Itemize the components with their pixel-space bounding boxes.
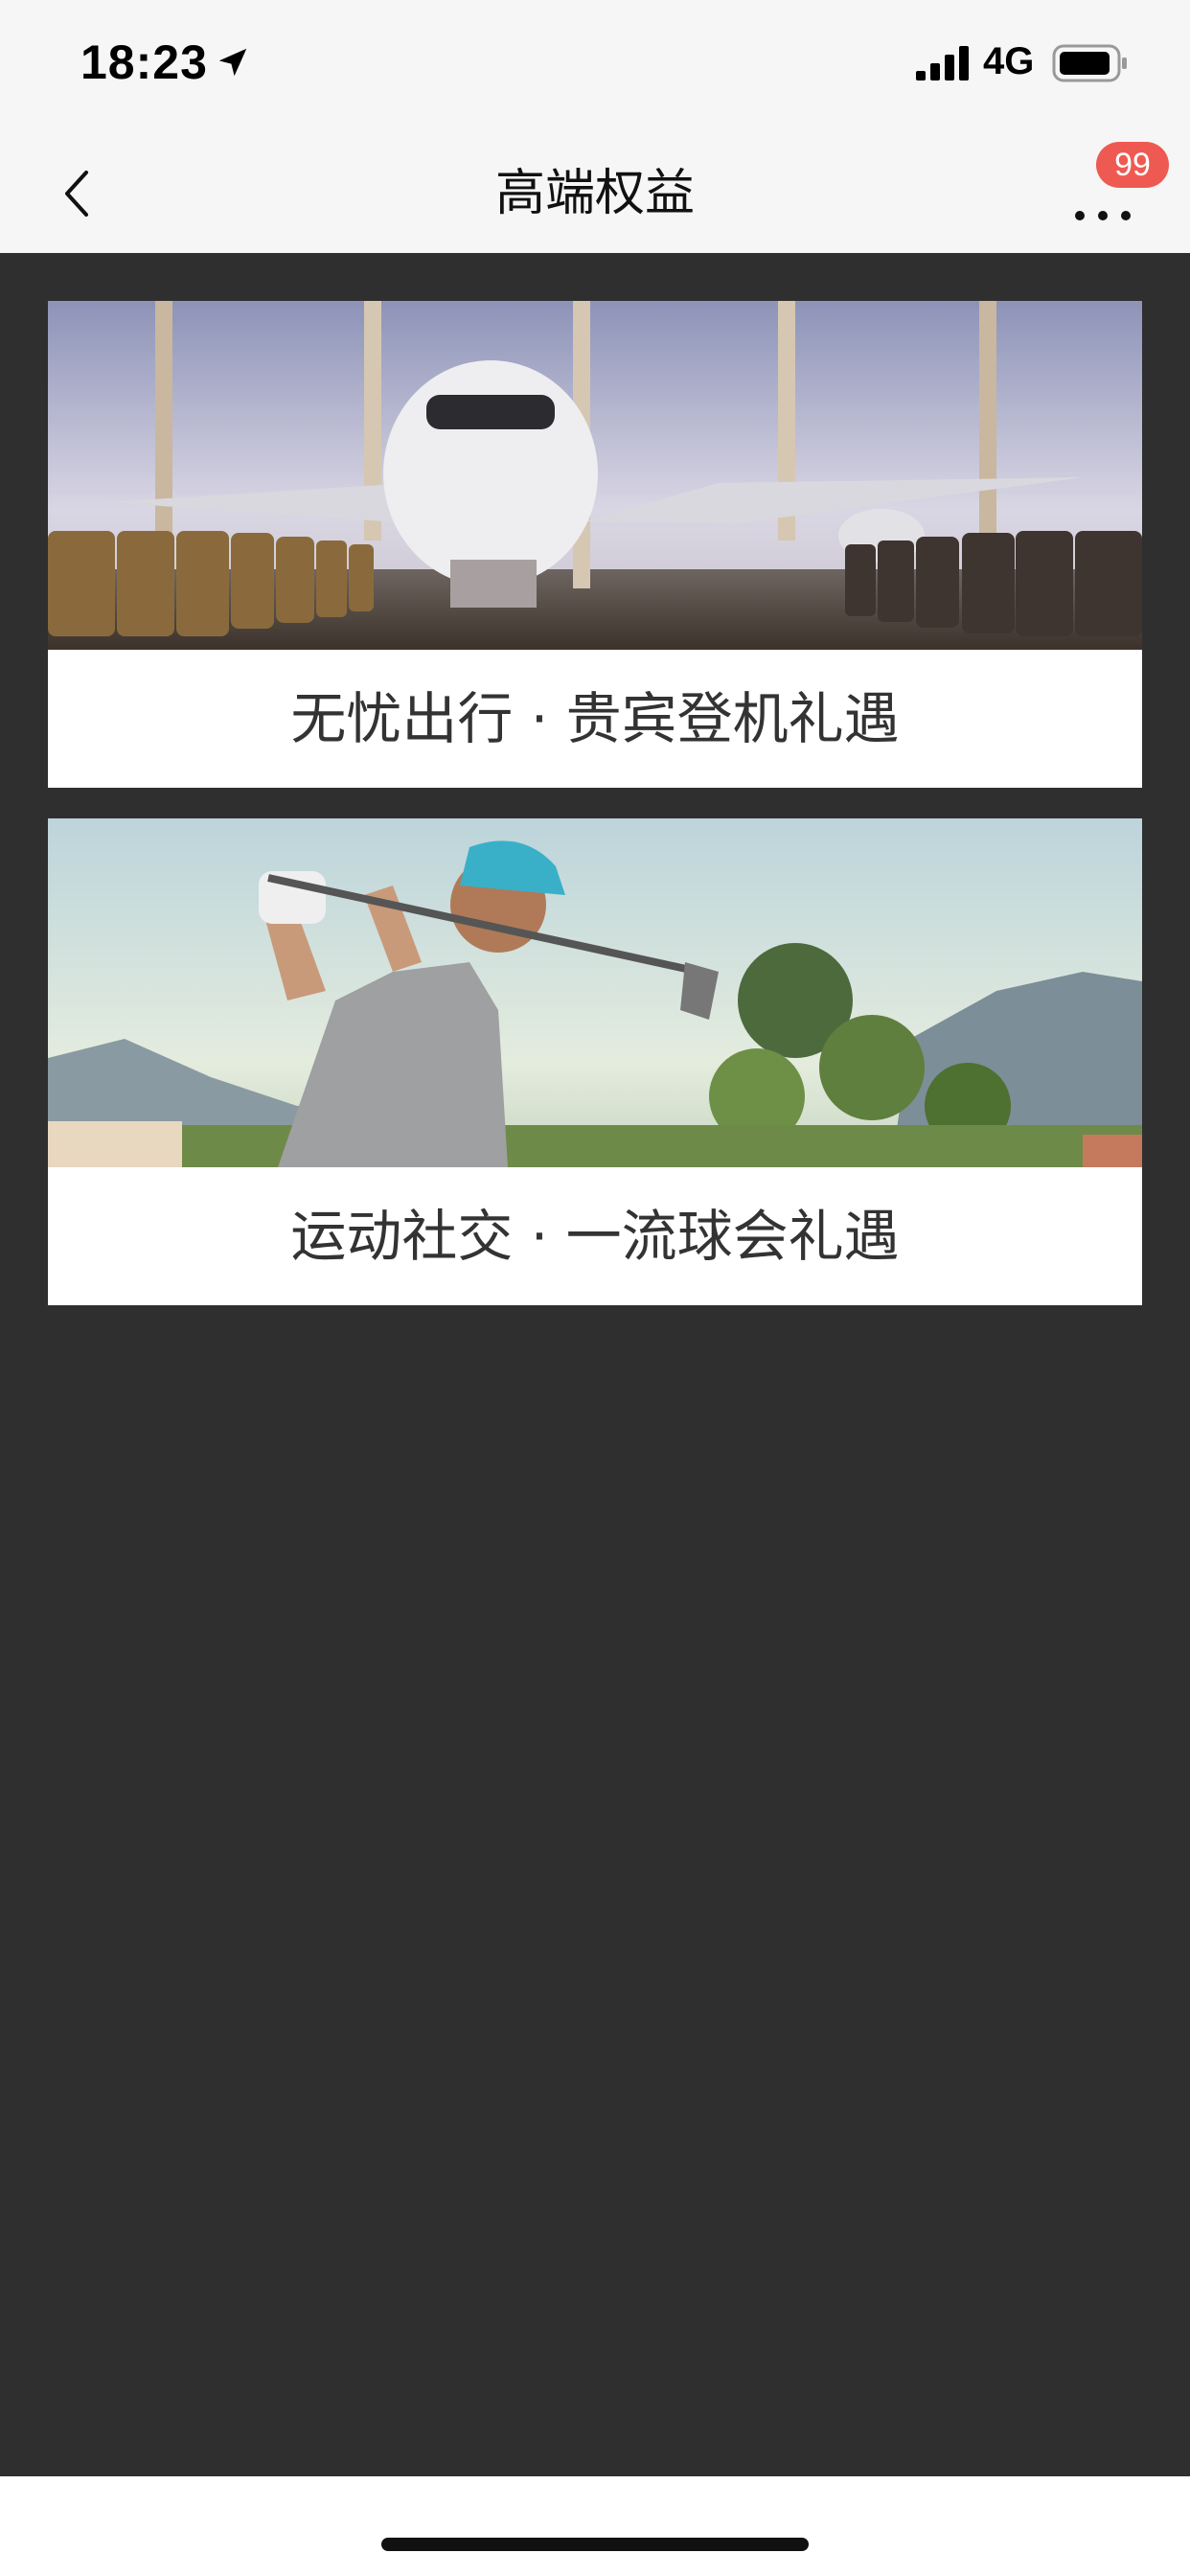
benefit-card-golf[interactable]: 运动社交 · 一流球会礼遇 (48, 818, 1142, 1305)
benefits-list: 无忧出行 · 贵宾登机礼遇 运动社交 · 一流球会礼遇 (0, 253, 1190, 2476)
benefit-card-travel[interactable]: 无忧出行 · 贵宾登机礼遇 (48, 301, 1142, 788)
network-type: 4G (983, 40, 1035, 82)
home-indicator[interactable] (381, 2538, 809, 2551)
airport-lounge-airplane-photo (48, 301, 1142, 650)
status-bar: 18:23 4G (0, 0, 1190, 134)
notification-badge: 99 (1096, 142, 1169, 188)
more-dots-icon (1075, 211, 1131, 220)
navigation-bar: 高端权益 (0, 134, 1190, 253)
home-indicator-area (0, 2476, 1190, 2576)
page-title: 高端权益 (494, 165, 695, 222)
golfer-swing-photo (48, 818, 1142, 1167)
signal-bars-icon (916, 46, 969, 80)
status-time: 18:23 (80, 35, 208, 89)
card-caption: 运动社交 · 一流球会礼遇 (48, 1167, 1142, 1305)
battery-icon (1052, 44, 1127, 82)
location-arrow-icon (218, 48, 247, 77)
card-caption: 无忧出行 · 贵宾登机礼遇 (48, 650, 1142, 788)
